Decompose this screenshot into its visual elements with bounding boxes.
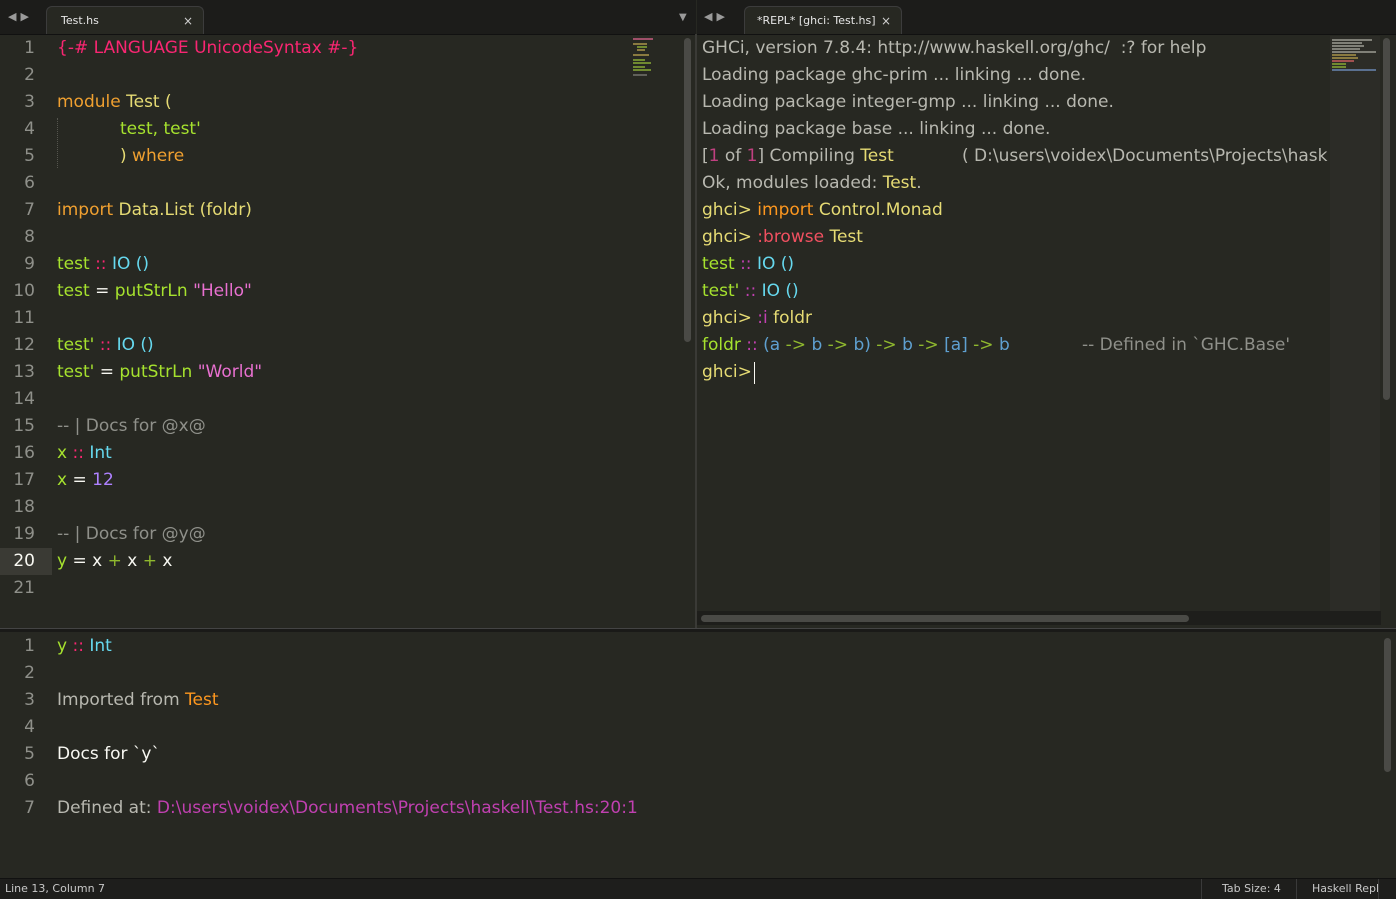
line-number: 7 bbox=[24, 798, 35, 818]
repl-pane[interactable]: GHCi, version 7.8.4: http://www.haskell.… bbox=[697, 34, 1396, 628]
code-line: test' = putStrLn "World" bbox=[57, 362, 263, 382]
tab-test-hs[interactable]: Test.hs × bbox=[46, 6, 204, 34]
status-separator bbox=[1201, 879, 1202, 899]
tab-size[interactable]: Tab Size: 4 bbox=[1222, 879, 1281, 899]
tab-repl[interactable]: *REPL* [ghci: Test.hs] × bbox=[744, 6, 902, 34]
syntax-mode[interactable]: Haskell Repl bbox=[1312, 879, 1379, 899]
status-separator bbox=[1378, 879, 1379, 899]
repl-line: ghci> :i foldr bbox=[702, 308, 813, 328]
docs-line: y :: Int bbox=[57, 636, 112, 656]
code-line: test, test' bbox=[120, 119, 201, 139]
repl-line: foldr :: (a -> b -> b) -> b -> [a] -> b bbox=[702, 335, 1010, 355]
line-number: 3 bbox=[24, 690, 35, 710]
indent-guide bbox=[57, 118, 59, 168]
docs-scrollbar[interactable] bbox=[1384, 638, 1391, 772]
close-icon[interactable]: × bbox=[183, 7, 193, 35]
line-number: 4 bbox=[24, 119, 35, 139]
line-number: 8 bbox=[24, 227, 35, 247]
status-bar: Line 13, Column 7 Tab Size: 4 Haskell Re… bbox=[0, 878, 1396, 899]
right-nav-arrows: ◀▶ bbox=[704, 10, 729, 23]
cursor-position: Line 13, Column 7 bbox=[5, 882, 106, 895]
repl-line: GHCi, version 7.8.4: http://www.haskell.… bbox=[702, 38, 1207, 58]
code-line: test :: IO () bbox=[57, 254, 150, 274]
code-line: -- | Docs for @y@ bbox=[57, 524, 206, 544]
repl-hscroll-thumb[interactable] bbox=[701, 615, 1189, 622]
left-nav-arrows: ◀▶ bbox=[8, 10, 33, 23]
line-number: 13 bbox=[13, 362, 35, 382]
line-number: 21 bbox=[13, 578, 35, 598]
code-line: y = x + x + x bbox=[57, 551, 173, 571]
line-number: 12 bbox=[13, 335, 35, 355]
line-number: 6 bbox=[24, 173, 35, 193]
line-number: 5 bbox=[24, 744, 35, 764]
docs-line: Docs for `y` bbox=[57, 744, 160, 764]
forward-arrow-icon[interactable]: ▶ bbox=[20, 10, 32, 23]
code-line: test' :: IO () bbox=[57, 335, 154, 355]
code-line: import Data.List (foldr) bbox=[57, 200, 252, 220]
repl-line-clip: [1 of 1] Compiling Test ( D:\users\voide… bbox=[702, 143, 1330, 170]
line-number: 20 bbox=[13, 551, 35, 571]
repl-line-path: ( D:\users\voidex\Documents\Projects\has… bbox=[962, 146, 1328, 166]
docs-line: Imported from Test bbox=[57, 690, 219, 710]
docs-panel[interactable]: 1 2 3 4 5 6 7 y :: Int Imported from Tes… bbox=[0, 632, 1396, 878]
status-separator bbox=[1296, 879, 1297, 899]
right-tabbar: ◀▶ *REPL* [ghci: Test.hs] × bbox=[697, 0, 1396, 35]
line-number: 7 bbox=[24, 200, 35, 220]
repl-scrollbar[interactable] bbox=[1383, 38, 1390, 400]
repl-line: ghci> :browse Test bbox=[702, 227, 863, 247]
line-number: 2 bbox=[24, 65, 35, 85]
tab-title: *REPL* [ghci: Test.hs] bbox=[757, 14, 876, 27]
repl-line: test' :: IO () bbox=[702, 281, 799, 301]
code-line: {-# LANGUAGE UnicodeSyntax #-} bbox=[57, 38, 359, 58]
repl-line-comment: -- Defined in `GHC.Base' bbox=[1082, 335, 1291, 355]
repl-prompt-line[interactable]: ghci> bbox=[702, 359, 752, 386]
line-number: 4 bbox=[24, 717, 35, 737]
line-number: 15 bbox=[13, 416, 35, 436]
tab-title: Test.hs bbox=[61, 14, 99, 27]
line-number: 6 bbox=[24, 771, 35, 791]
line-number: 19 bbox=[13, 524, 35, 544]
line-number: 11 bbox=[13, 308, 35, 328]
line-number: 1 bbox=[24, 636, 35, 656]
minimap[interactable] bbox=[1330, 36, 1380, 611]
line-number: 1 bbox=[24, 38, 35, 58]
minimap[interactable] bbox=[633, 38, 657, 78]
code-line: x = 12 bbox=[57, 470, 114, 490]
left-tabbar: ◀▶ Test.hs × ▼ bbox=[0, 0, 696, 35]
line-number: 9 bbox=[24, 254, 35, 274]
code-line: x :: Int bbox=[57, 443, 112, 463]
line-number: 16 bbox=[13, 443, 35, 463]
line-number: 2 bbox=[24, 663, 35, 683]
line-number: 18 bbox=[13, 497, 35, 517]
line-number: 14 bbox=[13, 389, 35, 409]
editor-scrollbar[interactable] bbox=[684, 38, 691, 342]
forward-arrow-icon[interactable]: ▶ bbox=[716, 10, 728, 23]
line-number: 10 bbox=[13, 281, 35, 301]
code-line: -- | Docs for @x@ bbox=[57, 416, 206, 436]
back-arrow-icon[interactable]: ◀ bbox=[704, 10, 716, 23]
line-number: 3 bbox=[24, 92, 35, 112]
code-line: module Test ( bbox=[57, 92, 172, 112]
close-icon[interactable]: × bbox=[881, 7, 891, 35]
repl-line: Loading package integer-gmp ... linking … bbox=[702, 92, 1114, 112]
text-cursor bbox=[754, 362, 755, 384]
back-arrow-icon[interactable]: ◀ bbox=[8, 10, 20, 23]
repl-line: [1 of 1] Compiling Test bbox=[702, 146, 894, 166]
repl-line: test :: IO () bbox=[702, 254, 795, 274]
repl-line: Ok, modules loaded: Test. bbox=[702, 173, 922, 193]
line-number: 5 bbox=[24, 146, 35, 166]
docs-line: Defined at: D:\users\voidex\Documents\Pr… bbox=[57, 798, 638, 818]
code-line: test = putStrLn "Hello" bbox=[57, 281, 252, 301]
code-line: ) where bbox=[120, 146, 185, 166]
editor-pane[interactable]: 1 2 3 4 5 6 7 8 9 10 11 12 13 14 15 16 1… bbox=[0, 34, 695, 628]
line-number: 17 bbox=[13, 470, 35, 490]
repl-line: Loading package ghc-prim ... linking ...… bbox=[702, 65, 1086, 85]
repl-line: Loading package base ... linking ... don… bbox=[702, 119, 1051, 139]
chevron-down-icon[interactable]: ▼ bbox=[679, 12, 687, 23]
repl-line: ghci> import Control.Monad bbox=[702, 200, 943, 220]
